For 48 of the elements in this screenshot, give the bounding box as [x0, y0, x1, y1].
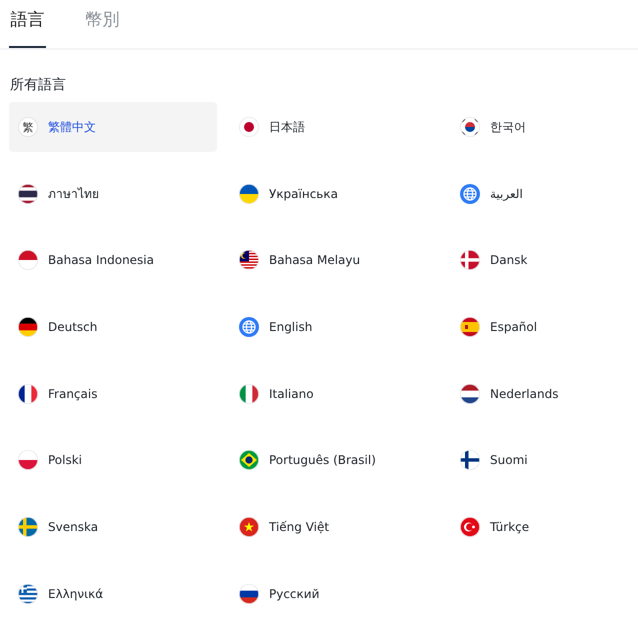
language-option[interactable]: Українська	[230, 168, 438, 219]
language-option[interactable]: العربية	[451, 168, 638, 219]
flag-icon	[460, 517, 480, 538]
flag-icon	[18, 184, 38, 204]
flag-icon	[239, 384, 259, 404]
language-option[interactable]: Bahasa Melayu	[230, 235, 438, 286]
flag-icon	[239, 450, 259, 470]
flag-icon	[18, 317, 38, 338]
language-option[interactable]: Français	[9, 368, 217, 419]
language-option[interactable]: Русский	[230, 568, 438, 619]
flag-icon	[18, 584, 38, 604]
language-option[interactable]: Português (Brasil)	[230, 435, 438, 486]
language-option[interactable]: Nederlands	[451, 368, 638, 419]
flag-icon	[18, 450, 38, 470]
flag-icon	[239, 517, 259, 538]
tab[interactable]: 語言	[9, 0, 46, 48]
language-option[interactable]: 繁 繁體中文	[9, 102, 217, 152]
flag-icon	[18, 517, 38, 538]
language-badge: 繁	[18, 117, 38, 137]
flag-icon	[239, 117, 259, 137]
language-option[interactable]: 日本語	[230, 102, 438, 152]
flag-icon	[239, 250, 259, 270]
language-option[interactable]: Suomi	[451, 435, 638, 486]
language-option[interactable]: Svenska	[9, 502, 217, 552]
language-option[interactable]: Español	[451, 302, 638, 352]
globe-icon	[460, 184, 480, 204]
flag-icon	[18, 384, 38, 404]
section-title: 所有語言	[10, 76, 67, 94]
language-option[interactable]: Ελληνικά	[9, 568, 217, 619]
language-option[interactable]: Polski	[9, 435, 217, 486]
flag-icon	[460, 384, 480, 404]
language-option[interactable]: Deutsch	[9, 302, 217, 352]
language-option[interactable]: Bahasa Indonesia	[9, 235, 217, 286]
language-option[interactable]: Dansk	[451, 235, 638, 286]
language-option[interactable]: English	[230, 302, 438, 352]
globe-icon	[239, 317, 259, 338]
language-option[interactable]: ภาษาไทย	[9, 168, 217, 219]
language-option[interactable]: Türkçe	[451, 502, 638, 552]
language-option[interactable]: Tiếng Việt	[230, 502, 438, 552]
flag-icon	[460, 250, 480, 270]
flag-icon	[460, 117, 480, 137]
flag-icon	[460, 450, 480, 470]
language-option[interactable]: 한국어	[451, 102, 638, 152]
flag-icon	[18, 250, 38, 270]
flag-icon	[460, 317, 480, 338]
flag-icon	[239, 584, 259, 604]
flag-icon	[239, 184, 259, 204]
language-option[interactable]: Italiano	[230, 368, 438, 419]
